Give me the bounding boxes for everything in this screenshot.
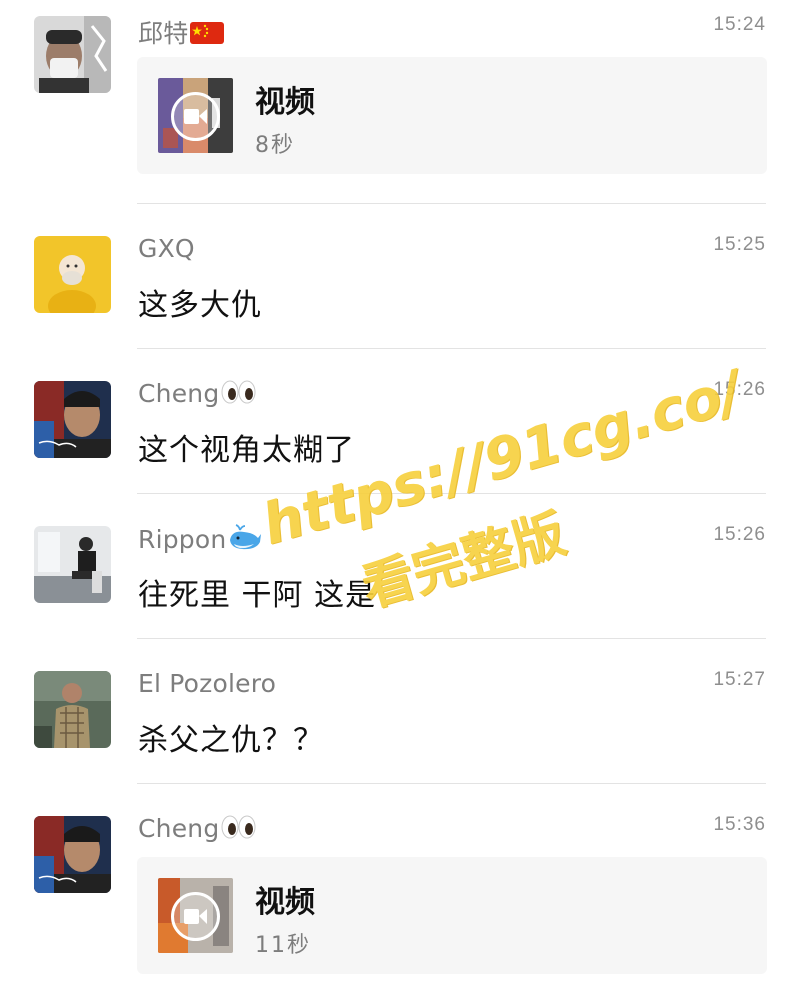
avatar-image: [34, 381, 111, 458]
sender-name[interactable]: 邱特: [138, 14, 225, 50]
divider: [137, 783, 766, 784]
sender-name[interactable]: Rippon: [138, 524, 262, 558]
watermark-caption: 看完整版: [355, 504, 572, 620]
sender-name-text: El Pozolero: [138, 669, 277, 698]
message-text: 这个视角太糊了: [138, 433, 355, 468]
message-time: 15:24: [713, 14, 766, 35]
message-text: 杀父之仇？？: [138, 723, 324, 758]
china-flag-icon: [190, 21, 225, 50]
avatar-image: [34, 816, 111, 893]
video-thumbnail[interactable]: [158, 78, 233, 153]
watermark: https://91cg.co/ 看完整版: [225, 347, 748, 693]
sender-name-text: 邱特: [138, 19, 189, 48]
divider: [137, 348, 766, 349]
avatar[interactable]: [34, 526, 111, 603]
eyes-icon: [221, 814, 257, 846]
sender-name-text: Rippon: [138, 525, 227, 554]
whale-icon: [228, 524, 262, 558]
avatar[interactable]: [34, 816, 111, 893]
video-thumbnail[interactable]: [158, 878, 233, 953]
message-time: 15:26: [713, 524, 766, 545]
avatar[interactable]: [34, 381, 111, 458]
avatar-image: [34, 236, 111, 313]
sender-name[interactable]: El Pozolero: [138, 669, 276, 698]
divider: [137, 203, 766, 204]
avatar-image: [34, 16, 111, 93]
sender-name[interactable]: Cheng: [138, 814, 257, 846]
message-time: 15:25: [713, 234, 766, 255]
divider: [137, 638, 766, 639]
avatar-image: [34, 526, 111, 603]
avatar[interactable]: [34, 671, 111, 748]
video-duration: 11秒: [255, 933, 311, 958]
eyes-icon: [221, 379, 257, 411]
avatar-image: [34, 671, 111, 748]
sender-name-text: Cheng: [138, 379, 220, 408]
avatar[interactable]: [34, 16, 111, 93]
play-video-icon[interactable]: [171, 892, 220, 941]
sender-name-text: Cheng: [138, 814, 220, 843]
video-message-card[interactable]: 视频 8秒: [137, 57, 767, 174]
video-label: 视频: [255, 85, 315, 120]
sender-name[interactable]: GXQ: [138, 234, 195, 263]
divider: [137, 493, 766, 494]
video-message-card[interactable]: 视频 11秒: [137, 857, 767, 974]
message-text: 这多大仇: [138, 288, 262, 323]
message-text: 往死里 干阿 这是: [138, 578, 377, 613]
video-duration: 8秒: [255, 133, 295, 158]
message-time: 15:26: [713, 379, 766, 400]
sender-name-text: GXQ: [138, 234, 195, 263]
message-time: 15:27: [713, 669, 766, 690]
avatar[interactable]: [34, 236, 111, 313]
play-video-icon[interactable]: [171, 92, 220, 141]
sender-name[interactable]: Cheng: [138, 379, 257, 411]
video-label: 视频: [255, 885, 315, 920]
message-time: 15:36: [713, 814, 766, 835]
